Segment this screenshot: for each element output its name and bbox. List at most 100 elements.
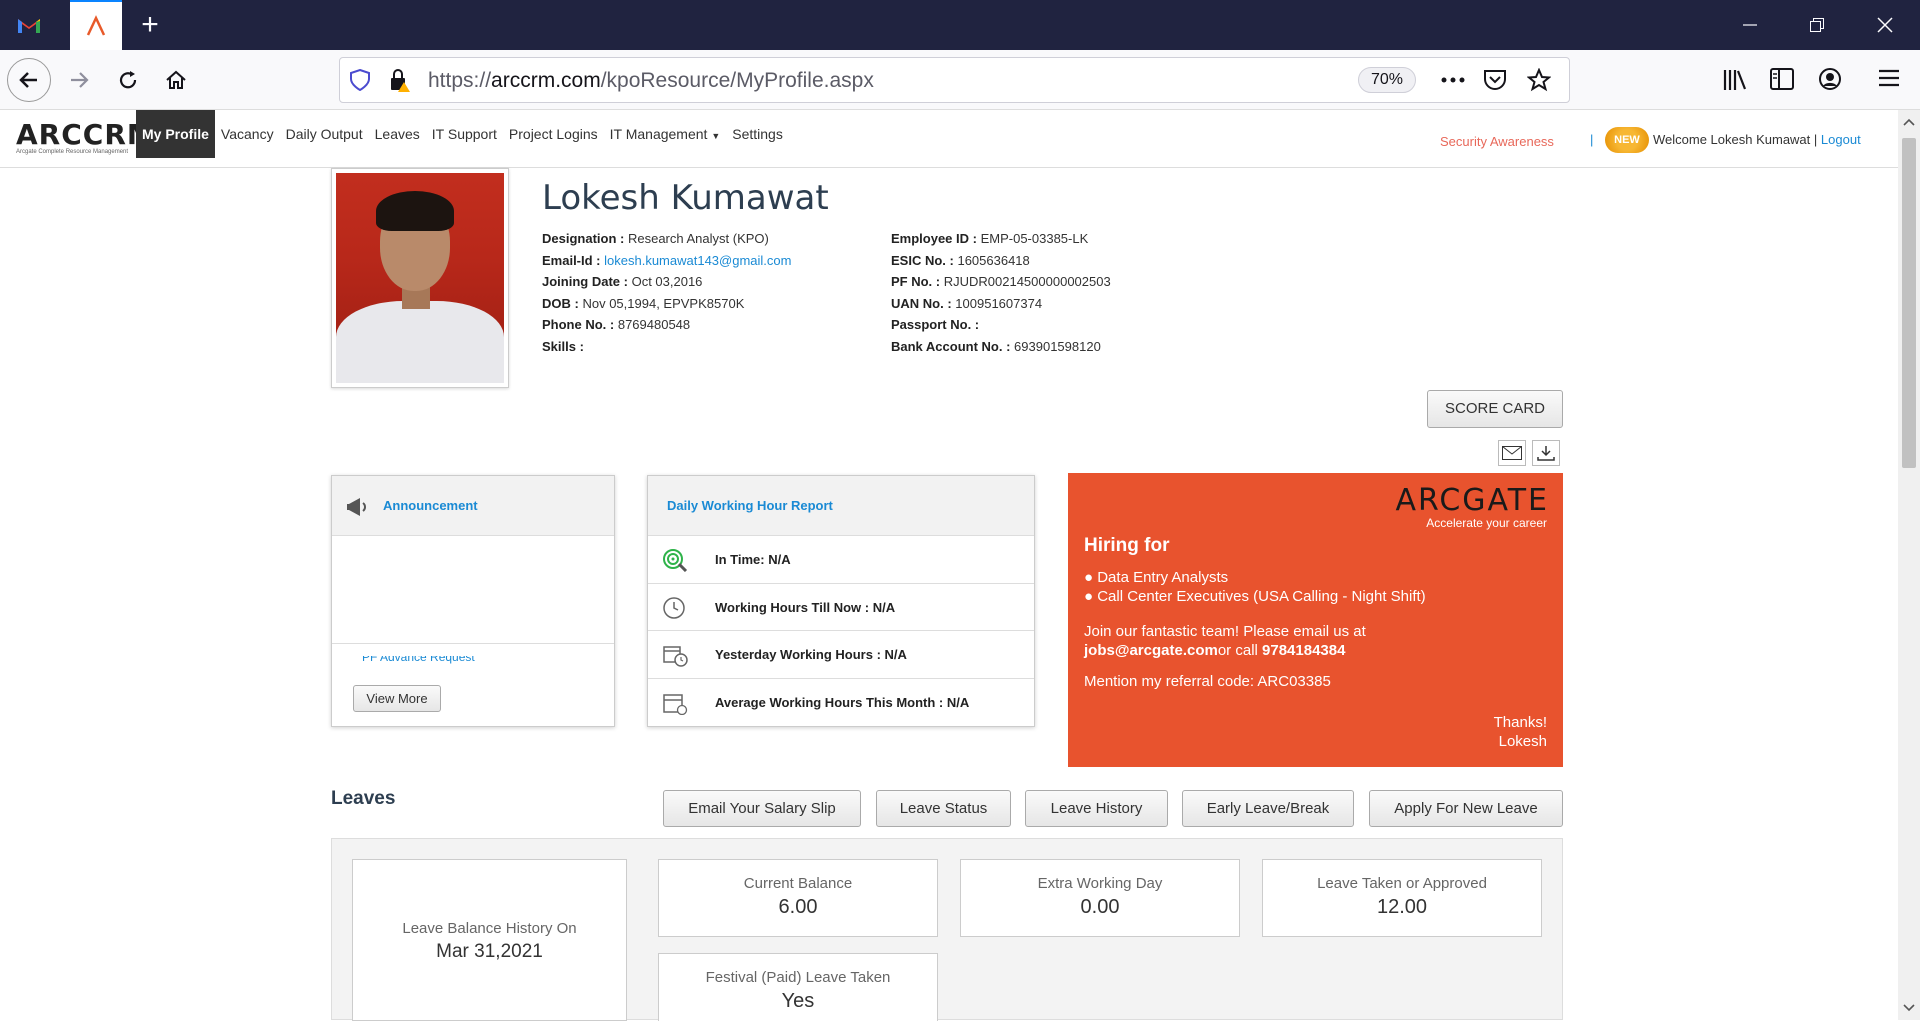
scrollbar-thumb[interactable] — [1902, 138, 1916, 468]
hiring-heading: Hiring for — [1084, 535, 1170, 556]
apply-leave-button[interactable]: Apply For New Leave — [1369, 790, 1563, 827]
account-icon[interactable] — [1818, 67, 1842, 91]
field-designation: Designation : Research Analyst (KPO) — [542, 231, 769, 246]
clock-icon — [663, 596, 685, 619]
email-salary-slip-button[interactable]: Email Your Salary Slip — [663, 790, 861, 827]
hiring-email[interactable]: jobs@arcgate.com — [1084, 642, 1218, 659]
logo-text: ARCCRM — [16, 118, 156, 151]
browser-tab-bar: + — [0, 0, 1920, 50]
pocket-icon[interactable] — [1483, 69, 1507, 91]
restore-button[interactable] — [1787, 0, 1847, 50]
download-button[interactable] — [1532, 440, 1560, 466]
email-link[interactable]: lokesh.kumawat143@gmail.com — [604, 253, 791, 268]
profile-photo-image — [336, 173, 504, 383]
profile-fields-left: Designation : Research Analyst (KPO) Ema… — [542, 228, 791, 357]
menu-daily-output[interactable]: Daily Output — [280, 110, 369, 158]
field-joining-date: Joining Date : Oct 03,2016 — [542, 274, 703, 289]
menu-leaves[interactable]: Leaves — [369, 110, 426, 158]
leave-taken-card: Leave Taken or Approved 12.00 — [1262, 859, 1542, 937]
url-text: https://arccrm.com/kpoResource/MyProfile… — [428, 69, 874, 92]
extra-working-day-label: Extra Working Day — [1037, 875, 1163, 892]
reload-button[interactable] — [106, 58, 150, 102]
hiring-bullet-1: ● Data Entry Analysts — [1084, 569, 1229, 586]
whr-row-in-time: In Time: N/A — [648, 536, 1034, 584]
library-icon[interactable] — [1722, 68, 1748, 92]
scroll-down-icon[interactable] — [1903, 1004, 1915, 1012]
hiring-banner[interactable]: ARCGATE Accelerate your career Hiring fo… — [1068, 473, 1563, 767]
gmail-tab[interactable] — [0, 0, 58, 50]
announcement-panel: Announcement PF Advance Request View Mor… — [331, 475, 615, 727]
arcgate-logo: ARCGATE — [1395, 483, 1549, 518]
field-dob: DOB : Nov 05,1994, EPVPK8570K — [542, 295, 745, 311]
main-menu: My Profile Vacancy Daily Output Leaves I… — [136, 110, 789, 158]
leave-history-label: Leave Balance History On — [402, 920, 577, 937]
leave-history-button[interactable]: Leave History — [1025, 790, 1168, 827]
menu-vacancy[interactable]: Vacancy — [215, 110, 280, 158]
hiring-join-text: Join our fantastic team! Please email us… — [1084, 623, 1366, 640]
early-leave-button[interactable]: Early Leave/Break — [1182, 790, 1354, 827]
page-scrollbar[interactable] — [1898, 110, 1920, 1020]
menu-settings[interactable]: Settings — [726, 110, 789, 158]
view-more-button[interactable]: View More — [353, 685, 441, 712]
arccrm-tab[interactable] — [70, 0, 122, 50]
menu-it-management-label: IT Management — [609, 126, 708, 142]
menu-it-support[interactable]: IT Support — [426, 110, 503, 158]
home-button[interactable] — [154, 58, 198, 102]
extra-working-day-card: Extra Working Day 0.00 — [960, 859, 1240, 937]
field-uan: UAN No. : 100951607374 — [891, 295, 1043, 311]
restore-icon — [1810, 18, 1824, 32]
hiring-referral: Mention my referral code: ARC03385 — [1084, 673, 1331, 690]
close-window-button[interactable] — [1855, 0, 1915, 50]
hiring-signoff: Lokesh — [1498, 733, 1547, 750]
envelope-icon — [1502, 446, 1522, 460]
welcome-text: Welcome Lokesh Kumawat | Logout — [1653, 132, 1861, 147]
menu-my-profile[interactable]: My Profile — [136, 110, 215, 158]
download-icon — [1537, 446, 1555, 461]
announcement-item[interactable]: PF Advance Request — [362, 656, 562, 664]
forward-arrow-icon — [71, 72, 89, 88]
menu-project-logins[interactable]: Project Logins — [503, 110, 604, 158]
whr-average: Average Working Hours This Month : N/A — [715, 694, 970, 710]
working-hour-panel: Daily Working Hour Report In Time: N/A W… — [647, 475, 1035, 727]
bookmark-star-icon[interactable] — [1527, 68, 1551, 92]
logout-link[interactable]: Logout — [1821, 132, 1861, 147]
current-balance-value: 6.00 — [778, 896, 818, 918]
gmail-icon — [18, 19, 40, 33]
announcement-header: Announcement — [332, 476, 614, 536]
sidebar-icon[interactable] — [1770, 68, 1794, 90]
leave-history-date: Mar 31,2021 — [436, 941, 543, 962]
back-arrow-icon — [19, 72, 37, 88]
calendar-icon — [663, 693, 688, 715]
extra-working-day-value: 0.00 — [1080, 896, 1120, 918]
security-awareness-link[interactable]: Security Awareness — [1440, 134, 1554, 149]
megaphone-icon — [347, 498, 366, 516]
hiring-contact: jobs@arcgate.comor call 9784184384 — [1084, 642, 1345, 659]
hamburger-menu-icon[interactable] — [1878, 68, 1900, 88]
leave-status-button[interactable]: Leave Status — [876, 790, 1011, 827]
menu-it-management[interactable]: IT Management ▼ — [604, 110, 727, 158]
welcome-user: Welcome Lokesh Kumawat — [1653, 132, 1811, 147]
zoom-indicator[interactable]: 70% — [1358, 67, 1416, 93]
working-hour-header: Daily Working Hour Report — [648, 476, 1034, 536]
field-skills: Skills : — [542, 338, 584, 354]
more-actions-icon[interactable] — [1440, 76, 1466, 84]
caret-down-icon: ▼ — [711, 131, 721, 141]
arccrm-logo[interactable]: ARCCRM Arcgate Complete Resource Managem… — [16, 118, 156, 155]
festival-leave-label: Festival (Paid) Leave Taken — [705, 969, 891, 986]
festival-leave-value: Yes — [781, 990, 815, 1012]
field-passport: Passport No. : — [891, 317, 980, 332]
new-tab-button[interactable]: + — [130, 0, 170, 50]
fingerprint-icon — [663, 549, 688, 572]
whr-row-average: Average Working Hours This Month : N/A — [648, 679, 1034, 727]
minimize-icon — [1743, 24, 1757, 26]
scroll-up-icon[interactable] — [1903, 118, 1915, 126]
site-header: ARCCRM Arcgate Complete Resource Managem… — [0, 110, 1898, 168]
field-email: Email-Id : lokesh.kumawat143@gmail.com — [542, 252, 792, 268]
score-card-button[interactable]: SCORE CARD — [1427, 390, 1563, 428]
minimize-button[interactable] — [1720, 0, 1780, 50]
back-button[interactable] — [7, 58, 51, 102]
forward-button[interactable] — [57, 58, 101, 102]
announcement-item-clip: PF Advance Request — [362, 656, 562, 664]
url-bar[interactable]: https://arccrm.com/kpoResource/MyProfile… — [339, 57, 1570, 103]
email-button[interactable] — [1498, 440, 1526, 466]
